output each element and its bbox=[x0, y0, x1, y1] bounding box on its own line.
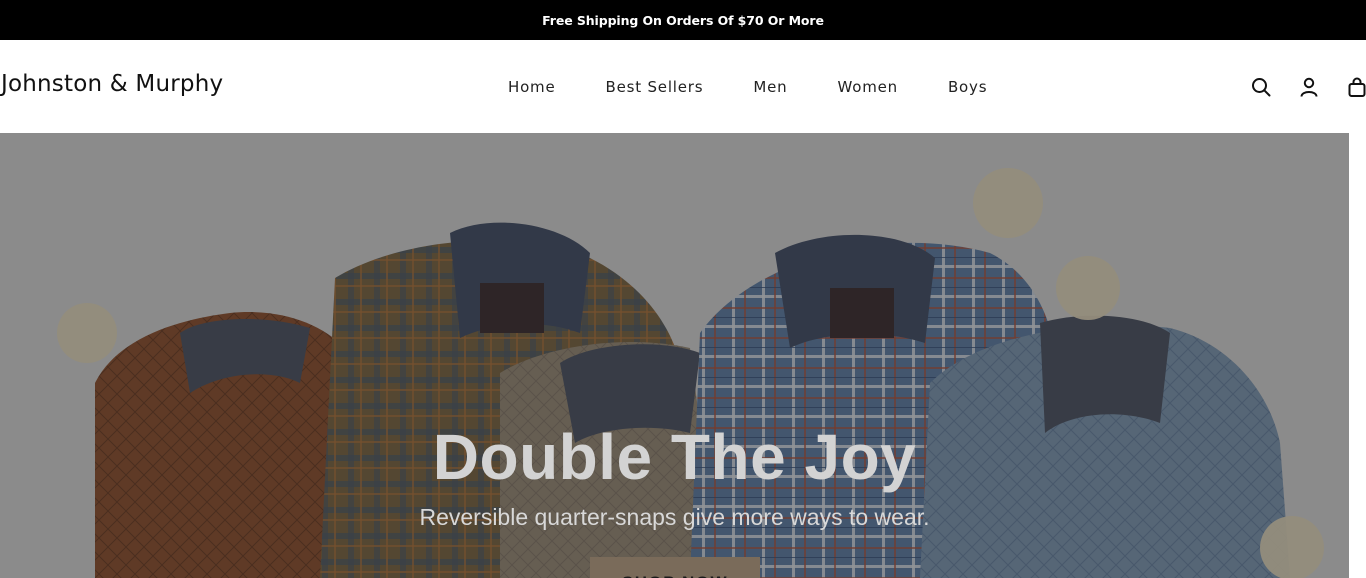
nav-women[interactable]: Women bbox=[837, 78, 897, 96]
hero-subtitle: Reversible quarter-snaps give more ways … bbox=[419, 504, 930, 530]
main-nav: Home Best Sellers Men Women Boys bbox=[508, 78, 1037, 96]
page-scrollbar[interactable] bbox=[1349, 133, 1366, 578]
nav-men[interactable]: Men bbox=[753, 78, 787, 96]
nav-home[interactable]: Home bbox=[508, 78, 556, 96]
hero-title: Double The Joy bbox=[432, 421, 917, 493]
bag-icon[interactable] bbox=[1346, 76, 1366, 98]
nav-boys[interactable]: Boys bbox=[948, 78, 987, 96]
site-header: Johnston & Murphy Home Best Sellers Men … bbox=[0, 40, 1366, 133]
account-icon[interactable] bbox=[1298, 76, 1320, 98]
search-icon[interactable] bbox=[1250, 76, 1272, 98]
announcement-bar: Free Shipping On Orders Of $70 Or More bbox=[0, 0, 1366, 40]
header-icons bbox=[1250, 76, 1366, 98]
brand-logo[interactable]: Johnston & Murphy bbox=[1, 71, 223, 97]
announcement-text: Free Shipping On Orders Of $70 Or More bbox=[542, 12, 824, 28]
hero-banner[interactable]: Double The Joy Reversible quarter-snaps … bbox=[0, 133, 1349, 578]
shop-now-button[interactable]: SHOP NOW bbox=[590, 557, 760, 578]
nav-best-sellers[interactable]: Best Sellers bbox=[606, 78, 704, 96]
